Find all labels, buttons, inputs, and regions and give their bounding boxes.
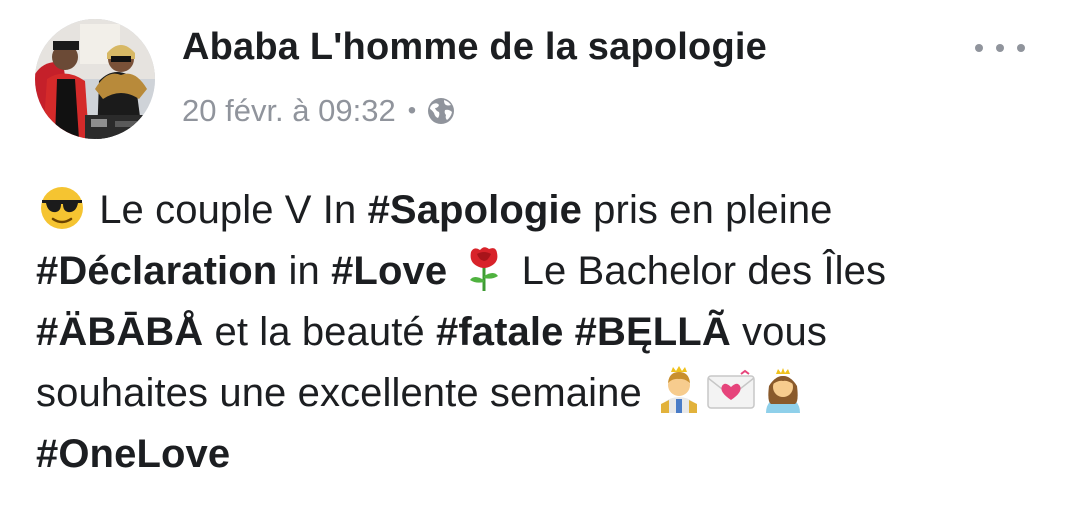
more-options-dot (1017, 44, 1025, 52)
line4-text-1: souhaites une excellente semaine (36, 371, 654, 415)
post-line-5: #OneLove (36, 424, 1046, 485)
hashtag-ababa[interactable]: #ÄBĀBÅ (36, 310, 203, 354)
post-line-2: #Déclaration in #Love Le Bachelor des Îl… (36, 241, 1046, 302)
post-header: Ababa L'homme de la sapologie 20 févr. à… (0, 0, 1080, 160)
hashtag-onelove[interactable]: #OneLove (36, 432, 230, 476)
post-timestamp[interactable]: 20 févr. à 09:32 (182, 93, 396, 129)
author-avatar[interactable] (35, 19, 155, 139)
post-line-1: Le couple V In #Sapologie pris en pleine (36, 180, 1046, 241)
hashtag-declaration[interactable]: #Déclaration (36, 249, 277, 293)
author-name[interactable]: Ababa L'homme de la sapologie (182, 26, 767, 69)
line1-text-2: pris en pleine (581, 188, 833, 232)
love-letter-icon (707, 369, 755, 409)
sunglasses-face-icon (41, 187, 83, 229)
princess-icon (766, 368, 801, 413)
more-options-button[interactable] (975, 38, 1025, 58)
hashtag-fatale[interactable]: #fatale (436, 310, 563, 354)
line2-text-2: Le Bachelor des Îles (510, 249, 887, 293)
more-options-dot (996, 44, 1004, 52)
post-line-4: souhaites une excellente semaine (36, 363, 1046, 424)
line3-text-2 (563, 310, 574, 354)
line1-text-1: Le couple V In (88, 188, 368, 232)
hashtag-sapologie[interactable]: #Sapologie (368, 188, 582, 232)
rose-icon (470, 247, 499, 291)
hashtag-bella[interactable]: #BĘLLÃ (575, 310, 731, 354)
meta-separator: • (407, 97, 417, 124)
post-line-3: #ÄBĀBÅ et la beauté #fatale #BĘLLÃ vous (36, 302, 1046, 363)
prince-icon (661, 366, 698, 413)
globe-icon (428, 98, 455, 124)
post-message: Le couple V In #Sapologie pris en pleine… (36, 180, 1046, 485)
more-options-dot (975, 44, 983, 52)
line3-text-3: vous (730, 310, 827, 354)
line2-text-1: in (277, 249, 332, 293)
post-meta: 20 févr. à 09:32 • (182, 91, 456, 131)
hashtag-love[interactable]: #Love (331, 249, 447, 293)
profile-photo-icon (35, 19, 155, 139)
line3-text-1: et la beauté (203, 310, 436, 354)
